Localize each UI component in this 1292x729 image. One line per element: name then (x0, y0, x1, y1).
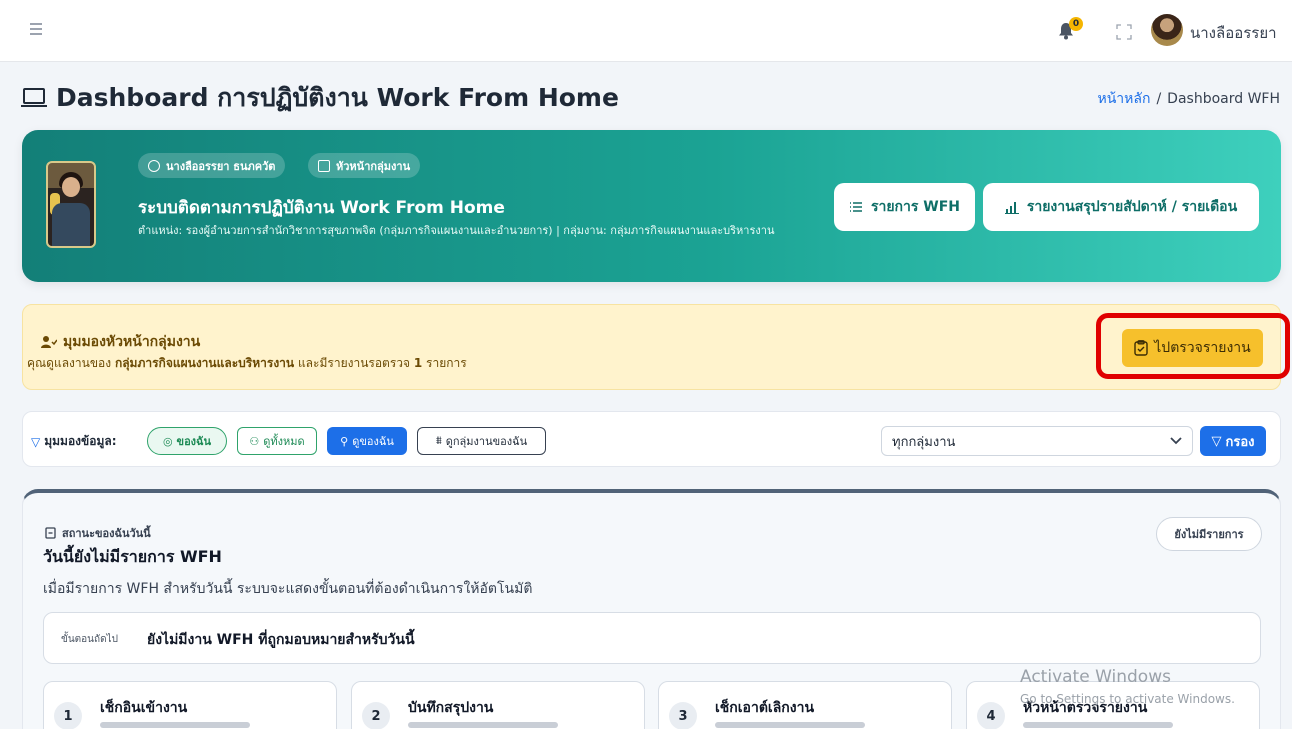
status-badge: ยังไม่มีรายการ (1156, 517, 1262, 551)
step-subtext (1023, 722, 1173, 728)
page-title: Dashboard การปฏิบัติงาน Work From Home (20, 78, 619, 118)
wfh-list-button[interactable]: รายการ WFH (834, 183, 975, 231)
id-card-icon (318, 159, 330, 172)
step-subtext (715, 722, 865, 728)
user-name[interactable]: นางลืออรรยา (1190, 21, 1277, 45)
breadcrumb: หน้าหลัก / Dashboard WFH (1098, 88, 1281, 110)
step-name: เช็กเอาต์เลิกงาน (715, 700, 815, 716)
sitemap-icon: ⩩ (435, 434, 442, 447)
view-group-label: ดูกลุ่มงานของฉัน (445, 435, 528, 448)
role-pill-text: หัวหน้ากลุ่มงาน (336, 159, 411, 173)
annotation-highlight (1096, 313, 1290, 379)
alert-title-text: มุมมองหัวหน้ากลุ่มงาน (63, 334, 201, 350)
group-select-value: ทุกกลุ่มงาน (892, 434, 956, 450)
page-title-text: Dashboard การปฏิบัติงาน Work From Home (56, 83, 619, 112)
step-subtext (100, 722, 250, 728)
status-caption: สถานะของฉันวันนี้ (45, 524, 151, 542)
step-card: 1 เช็กอินเข้างาน (43, 681, 337, 729)
alert-body-mid: และมีรายงานรอตรวจ (294, 356, 414, 370)
filter-label: ▽ มุมมองข้อมูล: (31, 432, 117, 451)
filter-button[interactable]: ▽ กรอง (1200, 426, 1266, 456)
supervisor-alert: มุมมองหัวหน้ากลุ่มงาน คุณดูแลงานของ กลุ่… (22, 304, 1281, 390)
step-number: 1 (54, 702, 82, 729)
chip-mine[interactable]: ◎ ของฉัน (147, 427, 227, 455)
step-number: 3 (669, 702, 697, 729)
role-pill: หัวหน้ากลุ่มงาน (308, 153, 421, 178)
notification-badge: 0 (1069, 17, 1083, 31)
windows-watermark-text: Go to Settings to activate Windows. (1020, 692, 1235, 706)
hero-title: ระบบติดตามการปฏิบัติงาน Work From Home (138, 198, 505, 218)
step-name: เช็กอินเข้างาน (100, 700, 188, 716)
top-navbar: 0 นางลืออรรยา (0, 0, 1292, 62)
status-icon (45, 527, 56, 539)
report-label: รายงานสรุปรายสัปดาห์ / รายเดือน (1026, 199, 1238, 215)
filter-bar: ▽ มุมมองข้อมูล: ◎ ของฉัน ⚇ ดูทั้งหมด ⚲ ด… (22, 411, 1281, 467)
step-number: 2 (362, 702, 390, 729)
filter-label-text: มุมมองข้อมูล: (44, 434, 117, 448)
next-step-box: ขั้นตอนถัดไป ยังไม่มีงาน WFH ที่ถูกมอบหม… (43, 612, 1261, 664)
wfh-list-label: รายการ WFH (870, 199, 961, 215)
step-card: 3 เช็กเอาต์เลิกงาน (658, 681, 952, 729)
alert-title: มุมมองหัวหน้ากลุ่มงาน (41, 331, 200, 353)
step-name: บันทึกสรุปงาน (408, 700, 494, 716)
list-icon (849, 202, 862, 212)
next-step-value: ยังไม่มีงาน WFH ที่ถูกมอบหมายสำหรับวันนี… (147, 632, 415, 648)
report-button[interactable]: รายงานสรุปรายสัปดาห์ / รายเดือน (983, 183, 1259, 231)
breadcrumb-current: Dashboard WFH (1167, 91, 1280, 107)
alert-body: คุณดูแลงานของ กลุ่มภารกิจแผนงานและบริหาร… (27, 354, 467, 373)
windows-watermark-title: Activate Windows (1020, 667, 1171, 687)
laptop-icon (21, 88, 47, 107)
alert-body-suffix: รายการ (422, 356, 467, 370)
filter-button-label: กรอง (1225, 434, 1255, 450)
view-all-button[interactable]: ⚇ ดูทั้งหมด (237, 427, 317, 455)
hero-description: ตำแหน่ง: รองผู้อำนวยการสำนักวิชาการสุขภา… (138, 224, 775, 237)
hero-banner: นางลืออรรยา ธนภควัต หัวหน้ากลุ่มงาน ระบบ… (22, 130, 1281, 282)
view-group-button[interactable]: ⩩ ดูกลุ่มงานของฉัน (417, 427, 546, 455)
pending-count: 1 (413, 356, 423, 370)
users-icon: ⚇ (249, 434, 260, 448)
breadcrumb-separator: / (1156, 91, 1162, 107)
eye-icon: ◎ (162, 434, 173, 448)
user-icon (148, 159, 160, 172)
step-number: 4 (977, 702, 1005, 729)
name-pill: นางลืออรรยา ธนภควัต (138, 153, 286, 178)
menu-icon[interactable] (30, 23, 42, 37)
profile-photo (46, 161, 96, 248)
next-step-label: ขั้นตอนถัดไป (61, 634, 118, 645)
expand-icon[interactable] (1116, 24, 1132, 40)
filter-button-icon: ▽ (1211, 433, 1222, 449)
alert-group-name: กลุ่มภารกิจแผนงานและบริหารงาน (114, 356, 295, 370)
avatar[interactable] (1151, 14, 1183, 46)
step-subtext (408, 722, 558, 728)
name-pill-text: นางลืออรรยา ธนภควัต (166, 159, 276, 173)
view-all-label: ดูทั้งหมด (263, 435, 305, 448)
status-title: วันนี้ยังไม่มีรายการ WFH (43, 547, 222, 566)
group-select[interactable]: ทุกกลุ่มงาน (881, 426, 1193, 456)
alert-body-prefix: คุณดูแลงานของ (27, 356, 115, 370)
status-description: เมื่อมีรายการ WFH สำหรับวันนี้ ระบบจะแสด… (43, 581, 533, 597)
chart-icon (1004, 202, 1019, 214)
person-icon: ⚲ (340, 434, 349, 448)
supervisor-icon (41, 336, 57, 348)
filter-icon: ▽ (31, 434, 41, 449)
status-caption-text: สถานะของฉันวันนี้ (62, 527, 151, 540)
view-mine-button[interactable]: ⚲ ดูของฉัน (327, 427, 407, 455)
chevron-down-icon (1170, 437, 1182, 445)
view-mine-label: ดูของฉัน (352, 435, 394, 448)
chip-mine-label: ของฉัน (176, 435, 212, 448)
step-card: 2 บันทึกสรุปงาน (351, 681, 645, 729)
breadcrumb-home[interactable]: หน้าหลัก (1098, 91, 1151, 107)
